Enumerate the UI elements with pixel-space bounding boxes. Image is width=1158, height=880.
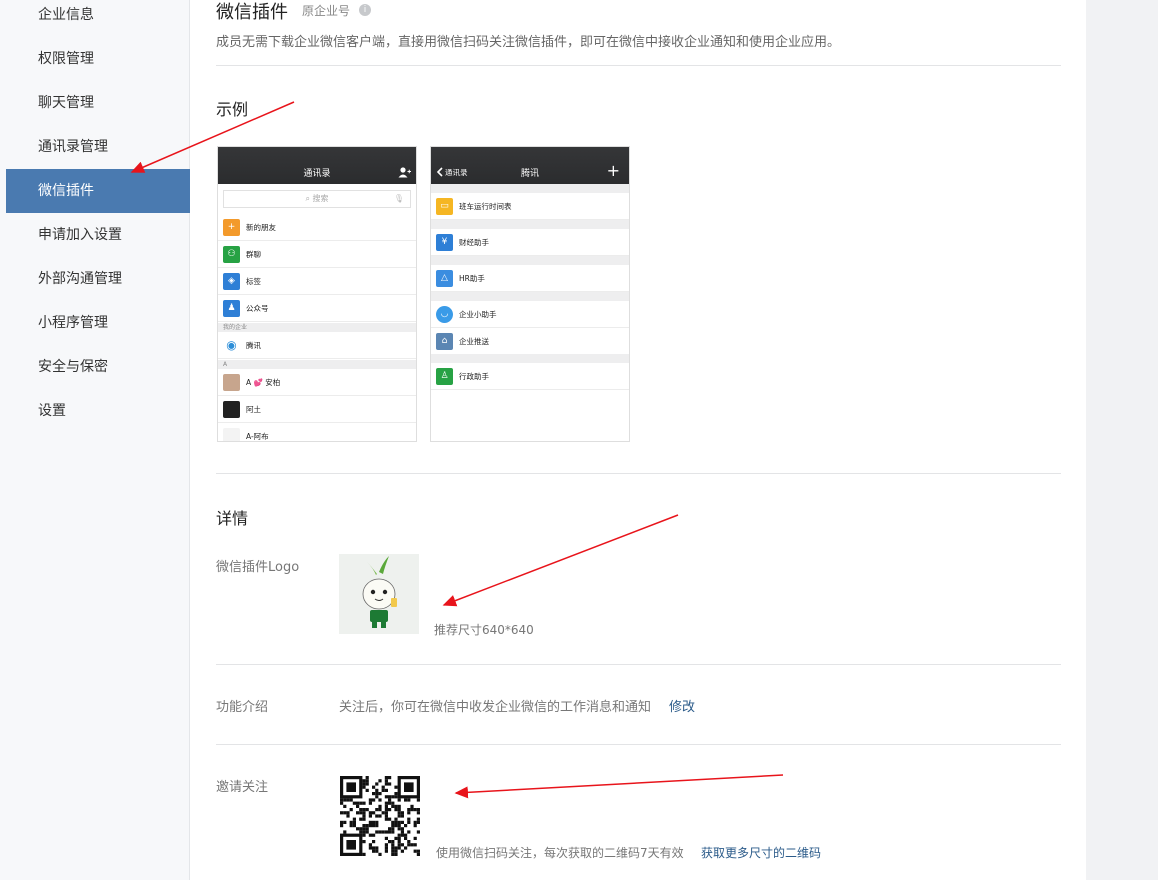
annotation-arrows	[130, 101, 784, 799]
annotation-arrow	[442, 514, 679, 607]
annotation-arrow	[454, 774, 784, 799]
annotation-arrow	[130, 101, 295, 173]
